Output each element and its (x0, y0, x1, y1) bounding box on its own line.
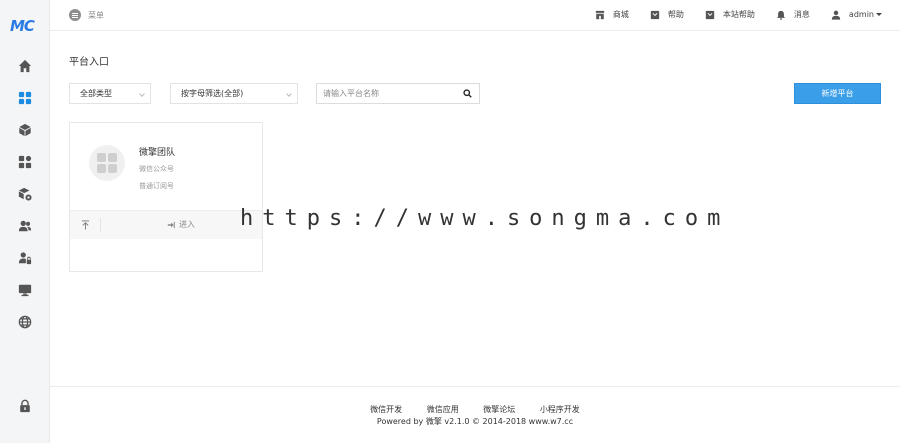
bell-icon (776, 10, 786, 20)
platform-card[interactable]: 微擎团队 微信公众号 普通订阅号 进入 (69, 122, 263, 272)
sidebar-item-apps[interactable] (0, 146, 50, 178)
watermark: https://www.songma.com (240, 206, 730, 231)
sidebar-item-modules[interactable] (0, 114, 50, 146)
chevron-down-icon (876, 13, 882, 16)
menu-label: 菜单 (88, 10, 104, 20)
sidebar-item-lock[interactable] (0, 390, 50, 422)
site-help-icon (705, 10, 715, 19)
sidebar-item-home[interactable] (0, 50, 50, 82)
card-footer: 进入 (70, 210, 262, 239)
logo-text: MC (10, 17, 35, 35)
search-box (316, 83, 480, 104)
search-icon[interactable] (463, 89, 472, 98)
cube-icon (19, 123, 31, 137)
search-input[interactable] (317, 84, 457, 103)
sidebar-item-settings[interactable] (0, 178, 50, 210)
grid-icon (18, 91, 32, 105)
footer-link-forum[interactable]: 微擎论坛 (483, 405, 515, 414)
copyright: Powered by 微擎 v2.1.0 © 2014-2018 www.w7.… (376, 417, 574, 426)
type-filter-select[interactable]: 全部类型 (69, 83, 151, 104)
lock-icon (20, 399, 30, 413)
type-filter-value: 全部类型 (80, 89, 112, 98)
sidebar: MC (0, 0, 50, 443)
chevron-down-icon (139, 91, 145, 97)
grid-icon (97, 153, 117, 173)
shop-icon (595, 10, 605, 19)
nav-site-help[interactable]: 本站帮助 (705, 9, 755, 20)
page-title: 平台入口 (69, 57, 109, 68)
platform-name[interactable]: 微擎团队 (139, 145, 175, 158)
sidebar-item-system[interactable] (0, 274, 50, 306)
user-lock-icon (18, 252, 32, 265)
users-icon (18, 220, 32, 232)
footer-link-wechat-dev[interactable]: 微信开发 (370, 405, 402, 414)
logo[interactable]: MC (10, 17, 40, 35)
nav-help[interactable]: 帮助 (650, 9, 684, 20)
divider (100, 218, 101, 232)
footer: 微信开发 微信应用 微擎论坛 小程序开发 Powered by 微擎 v2.1.… (50, 386, 900, 443)
apps-icon (18, 155, 32, 169)
enter-button[interactable]: 进入 (167, 219, 195, 230)
platform-avatar (89, 145, 125, 181)
pin-top-icon[interactable] (81, 220, 90, 230)
letter-filter-select[interactable]: 按字母筛选(全部) (170, 83, 298, 104)
sign-in-icon (167, 221, 175, 228)
footer-link-wechat-apps[interactable]: 微信应用 (427, 405, 459, 414)
enter-label: 进入 (179, 220, 195, 229)
menu-icon (69, 9, 81, 21)
sidebar-item-platform[interactable] (0, 82, 50, 114)
footer-links: 微信开发 微信应用 微擎论坛 小程序开发 (50, 404, 900, 415)
user-icon (831, 10, 841, 20)
sidebar-item-users[interactable] (0, 210, 50, 242)
platform-type: 微信公众号 (139, 165, 174, 173)
top-nav: 商城 帮助 本站帮助 消息 admin (574, 9, 882, 20)
chevron-down-icon (286, 91, 292, 97)
nav-user-menu[interactable]: admin (831, 10, 882, 20)
nav-messages[interactable]: 消息 (776, 9, 810, 20)
sidebar-item-permissions[interactable] (0, 242, 50, 274)
home-icon (18, 59, 32, 73)
module-gear-icon (18, 187, 32, 201)
nav-shop[interactable]: 商城 (595, 9, 629, 20)
letter-filter-value: 按字母筛选(全部) (181, 89, 244, 98)
top-header: 菜单 商城 帮助 本站帮助 消息 admin (50, 0, 900, 31)
help-icon (650, 10, 660, 19)
globe-icon (18, 315, 32, 329)
platform-level: 普通订阅号 (139, 182, 174, 190)
add-platform-button[interactable]: 新增平台 (794, 83, 881, 104)
menu-toggle[interactable]: 菜单 (69, 9, 104, 21)
sidebar-item-site[interactable] (0, 306, 50, 338)
footer-link-miniprogram[interactable]: 小程序开发 (540, 405, 580, 414)
monitor-icon (18, 284, 32, 297)
